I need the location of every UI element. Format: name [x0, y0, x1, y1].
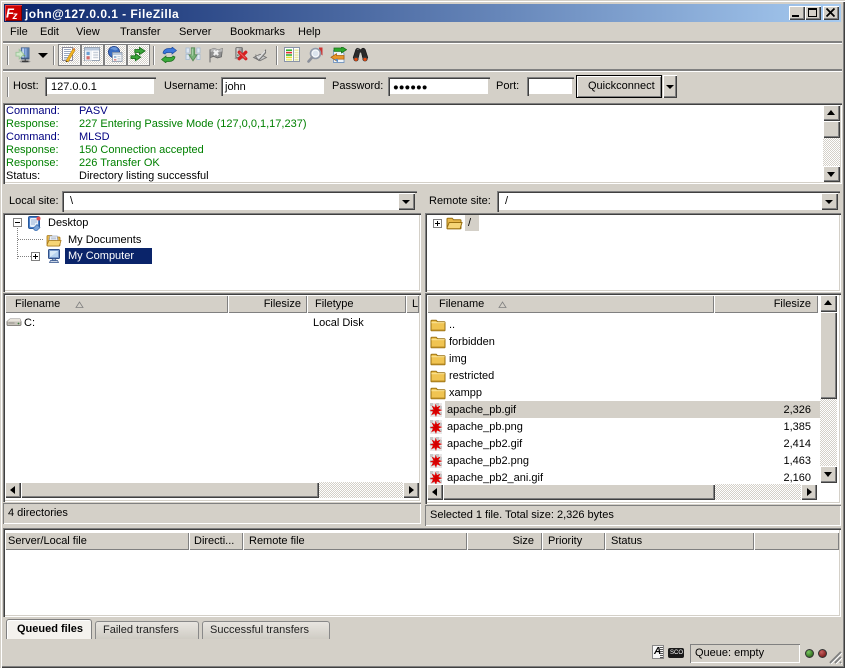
- svg-text:z: z: [12, 11, 18, 21]
